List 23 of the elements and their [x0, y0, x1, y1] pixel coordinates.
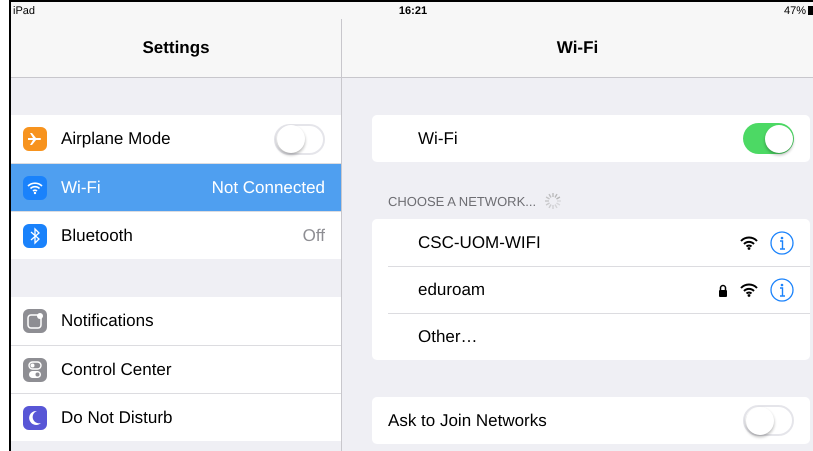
battery-percentage: 47% [784, 4, 813, 16]
wifi-signal-icon [740, 283, 758, 297]
section-header: CHOOSE A NETWORK... [388, 194, 536, 208]
network-row[interactable]: eduroam [388, 266, 810, 313]
info-button[interactable] [770, 278, 794, 302]
row-value: Not Connected [212, 178, 325, 198]
device-name: iPad [13, 4, 36, 16]
wifi-title: Wi-Fi [556, 38, 598, 58]
info-button[interactable] [770, 230, 794, 254]
network-row[interactable]: CSC-UOM-WIFI [388, 219, 810, 266]
ask-to-join-label: Ask to Join Networks [388, 410, 548, 430]
row-value: Off [302, 226, 325, 246]
wifi-toggle[interactable] [743, 123, 794, 154]
loading-spinner-icon [544, 192, 562, 210]
battery-icon [808, 6, 813, 15]
wifi-label: Wi-Fi [418, 128, 459, 148]
airplane-toggle[interactable] [274, 124, 325, 154]
network-row[interactable]: Other… [388, 313, 810, 360]
clock-time: 16:21 [398, 4, 428, 16]
lock-icon [718, 284, 728, 296]
ask-to-join-toggle[interactable] [743, 405, 794, 436]
settings-title: Settings [142, 38, 210, 58]
wifi-signal-icon [740, 236, 758, 250]
